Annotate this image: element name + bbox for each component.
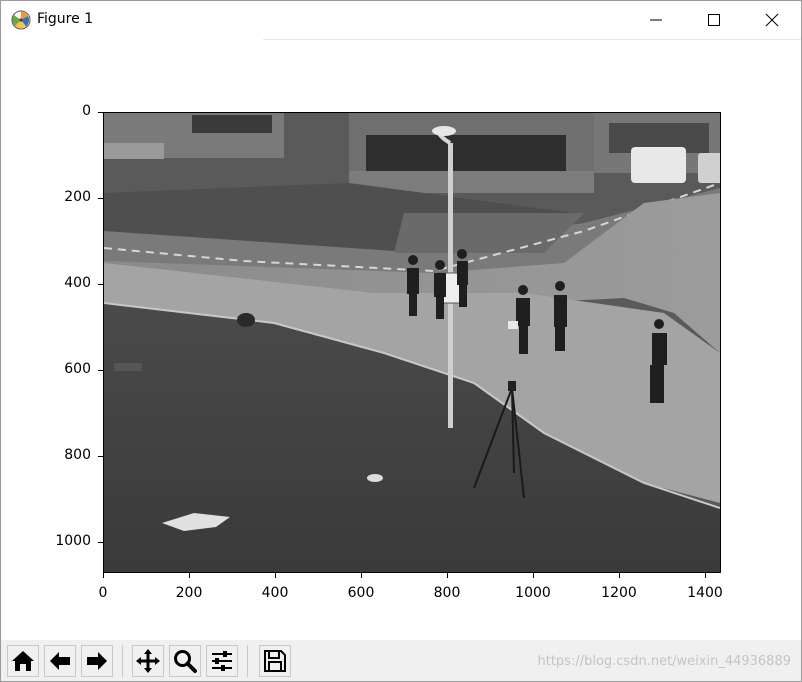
xtick-label: 200 [175,585,203,601]
xtick-label: 1200 [601,585,637,601]
xtick-mark [103,573,104,578]
ytick-label: 600 [64,361,91,377]
xtick-mark [275,573,276,578]
figure-window: Figure 1 0 200 400 600 800 1000 0 200 40… [0,0,802,682]
ytick-label: 400 [64,275,91,291]
xtick-label: 600 [347,585,375,601]
xtick-label: 400 [261,585,289,601]
back-icon [50,652,70,670]
title-bar[interactable]: Figure 1 [1,1,801,39]
xtick-label: 800 [433,585,461,601]
navigation-toolbar: https://blog.csdn.net/weixin_44936889 [1,640,801,681]
ytick-mark [98,542,103,543]
configure-subplots-button[interactable] [206,645,238,677]
xtick-mark [361,573,362,578]
home-button[interactable] [7,645,39,677]
ytick-label: 1000 [55,533,91,549]
save-icon [264,650,286,672]
minimize-button[interactable] [627,1,685,39]
ytick-mark [98,198,103,199]
maximize-icon [708,14,720,26]
forward-button[interactable] [81,645,113,677]
home-icon [12,651,34,671]
back-button[interactable] [44,645,76,677]
xtick-mark [705,573,706,578]
surveillance-image [104,113,720,572]
toolbar-separator [122,645,123,677]
xtick-mark [619,573,620,578]
maximize-button[interactable] [685,1,743,39]
save-button[interactable] [259,645,291,677]
ytick-label: 0 [82,103,91,119]
ytick-mark [98,370,103,371]
minimize-icon [650,19,662,21]
xtick-mark [447,573,448,578]
xtick-label: 1400 [687,585,723,601]
forward-icon [87,652,107,670]
zoom-button[interactable] [169,645,201,677]
ytick-mark [98,284,103,285]
pan-icon [136,649,160,673]
matplotlib-icon [11,10,31,30]
ytick-label: 800 [64,447,91,463]
zoom-icon [174,650,197,673]
ytick-label: 200 [64,189,91,205]
window-title: Figure 1 [37,11,94,27]
xtick-mark [189,573,190,578]
xtick-mark [533,573,534,578]
configure-subplots-icon [212,651,232,671]
toolbar-separator [247,645,248,677]
pan-button[interactable] [132,645,164,677]
watermark-text: https://blog.csdn.net/weixin_44936889 [537,654,791,669]
close-icon [765,13,779,27]
close-button[interactable] [743,1,801,39]
ytick-mark [98,112,103,113]
image-axes[interactable] [103,112,721,573]
xtick-label: 1000 [515,585,551,601]
ytick-mark [98,456,103,457]
xtick-label: 0 [98,585,108,601]
